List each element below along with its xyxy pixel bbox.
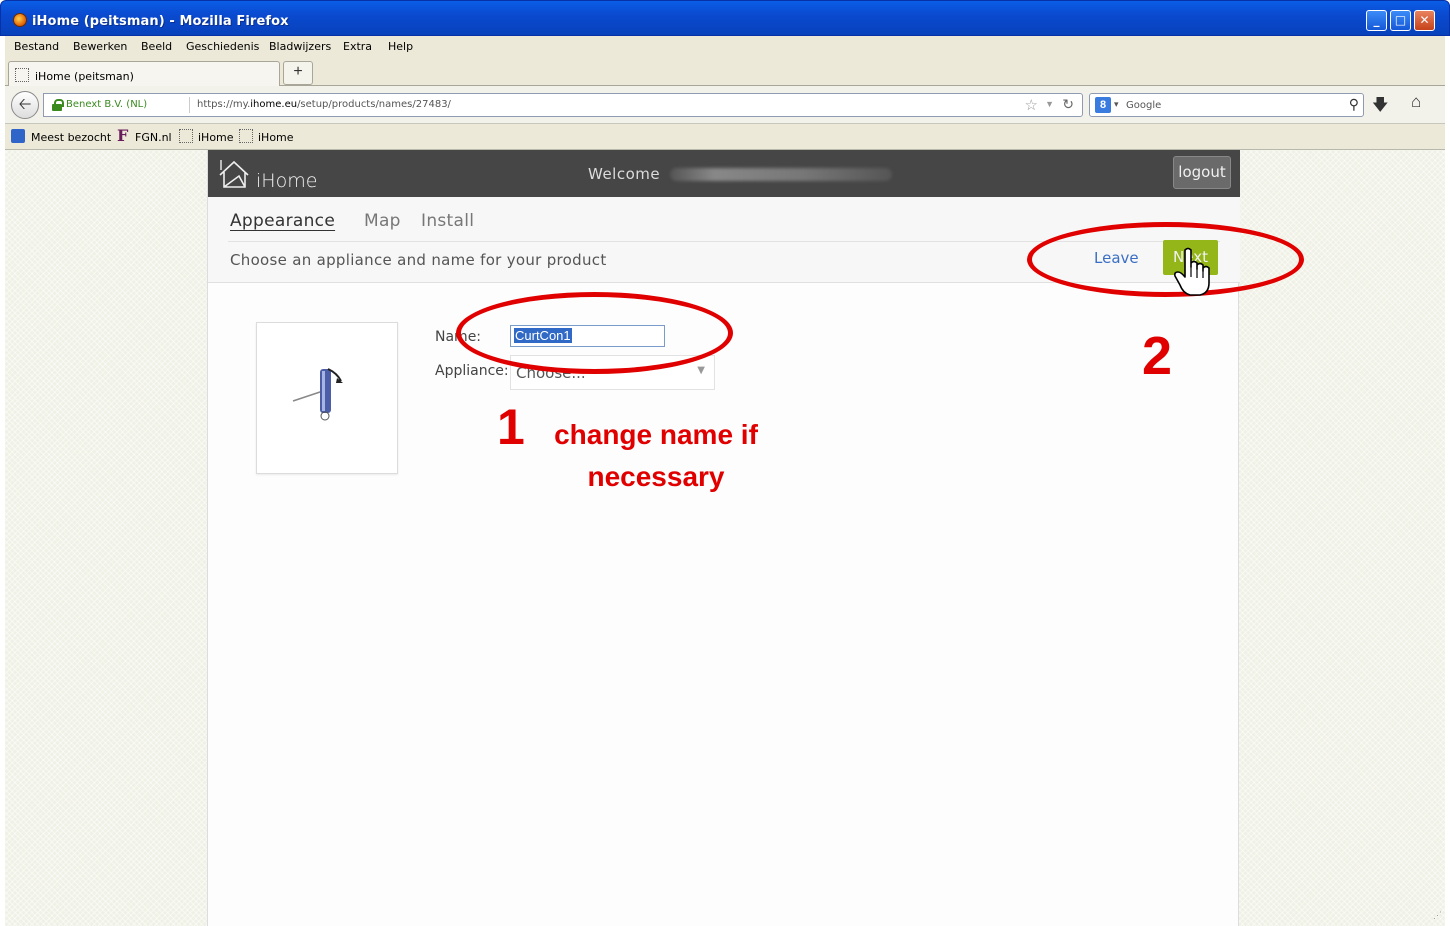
bookmark-ihome-2[interactable]: iHome xyxy=(258,131,294,144)
bookmark-meest-bezocht[interactable]: Meest bezocht xyxy=(31,131,111,144)
google-engine-icon[interactable]: 8 xyxy=(1095,97,1111,113)
bookmark-fgn[interactable]: FGN.nl xyxy=(135,131,172,144)
annotation-step-2-number: 2 xyxy=(1142,326,1173,386)
annotation-step-1-line-2: necessary xyxy=(587,461,725,492)
search-bar[interactable]: 8 ▾ Google ⚲ xyxy=(1089,93,1364,117)
url-path: /setup/products/names/27483/ xyxy=(297,99,451,110)
reload-icon[interactable]: ↻ xyxy=(1062,96,1074,113)
window-titlebar: iHome (peitsman) - Mozilla Firefox _ □ ✕ xyxy=(0,0,1450,36)
history-dropdown-icon[interactable]: ▼ xyxy=(1045,99,1054,109)
tab-install[interactable]: Install xyxy=(421,211,474,231)
menubar: Bestand Bewerken Beeld Geschiedenis Blad… xyxy=(5,36,1445,58)
welcome-text: Welcome xyxy=(588,165,661,183)
minimize-button[interactable]: _ xyxy=(1366,10,1387,31)
download-icon[interactable]: 🡇 xyxy=(1372,94,1388,121)
annotation-step-1-number: 1 xyxy=(497,399,525,455)
tab-strip: iHome (peitsman) + xyxy=(5,58,1445,87)
search-placeholder: Google xyxy=(1126,100,1162,111)
fgn-logo-icon: F xyxy=(117,126,129,145)
appliance-label: Appliance: xyxy=(435,363,509,379)
lock-icon xyxy=(52,99,64,111)
bookmarks-toolbar: Meest bezocht F FGN.nl iHome iHome xyxy=(5,124,1445,150)
url-bar[interactable]: Benext B.V. (NL) https://my.ihome.eu/set… xyxy=(43,93,1083,117)
menu-extra[interactable]: Extra xyxy=(343,40,372,53)
url-text[interactable]: https://my.ihome.eu/setup/products/names… xyxy=(197,99,451,110)
site-identity[interactable]: Benext B.V. (NL) xyxy=(66,99,147,110)
new-tab-button[interactable]: + xyxy=(283,61,313,85)
logout-button[interactable]: logout xyxy=(1173,156,1231,189)
hand-cursor-icon xyxy=(1174,247,1210,296)
tab-label: iHome (peitsman) xyxy=(35,70,134,83)
menu-beeld[interactable]: Beeld xyxy=(141,40,172,53)
site-logo-text[interactable]: iHome xyxy=(256,170,317,192)
tab-map[interactable]: Map xyxy=(364,211,401,231)
annotation-ellipse-next xyxy=(1027,222,1304,297)
search-icon[interactable]: ⚲ xyxy=(1349,96,1359,113)
menu-bladwijzers[interactable]: Bladwijzers xyxy=(269,40,331,53)
annotation-step-1-line-1: change name if xyxy=(554,419,758,450)
home-icon[interactable]: ⌂ xyxy=(1411,92,1421,112)
url-domain: ihome.eu xyxy=(250,99,298,110)
most-visited-icon xyxy=(11,129,25,143)
menu-bestand[interactable]: Bestand xyxy=(14,40,59,53)
annotation-ellipse-name xyxy=(456,292,733,374)
instruction-text: Choose an appliance and name for your pr… xyxy=(230,251,607,269)
window-title: iHome (peitsman) - Mozilla Firefox xyxy=(32,14,289,29)
navigation-bar: 🡠 Benext B.V. (NL) https://my.ihome.eu/s… xyxy=(5,86,1445,124)
page-icon xyxy=(239,129,253,143)
engine-dropdown-icon[interactable]: ▾ xyxy=(1114,99,1119,110)
bookmark-ihome-1[interactable]: iHome xyxy=(198,131,234,144)
url-separator xyxy=(189,97,190,113)
house-logo-icon xyxy=(219,160,249,188)
back-button[interactable]: 🡠 xyxy=(11,91,39,119)
product-image xyxy=(256,322,398,474)
annotation-step-1-text: change name if necessary xyxy=(526,414,786,498)
curtain-controller-icon xyxy=(292,368,343,421)
url-prefix: https://my. xyxy=(197,99,251,110)
menu-bewerken[interactable]: Bewerken xyxy=(73,40,127,53)
site-header: iHome Welcome logout xyxy=(208,150,1240,197)
firefox-icon xyxy=(13,13,27,27)
username-redacted xyxy=(670,168,892,181)
arrow-left-icon: 🡠 xyxy=(18,96,32,113)
menu-geschiedenis[interactable]: Geschiedenis xyxy=(186,40,259,53)
page-icon xyxy=(179,129,193,143)
tab-ihome[interactable]: iHome (peitsman) xyxy=(8,61,280,87)
dropdown-arrow-icon: ▼ xyxy=(697,365,705,376)
close-button[interactable]: ✕ xyxy=(1414,10,1435,31)
bookmark-star-icon[interactable]: ☆ xyxy=(1025,96,1038,114)
resize-grip-icon[interactable]: ⋰ xyxy=(1433,910,1442,921)
menu-help[interactable]: Help xyxy=(388,40,413,53)
page-icon xyxy=(15,68,29,82)
tab-appearance[interactable]: Appearance xyxy=(230,211,335,231)
maximize-button[interactable]: □ xyxy=(1390,10,1411,31)
